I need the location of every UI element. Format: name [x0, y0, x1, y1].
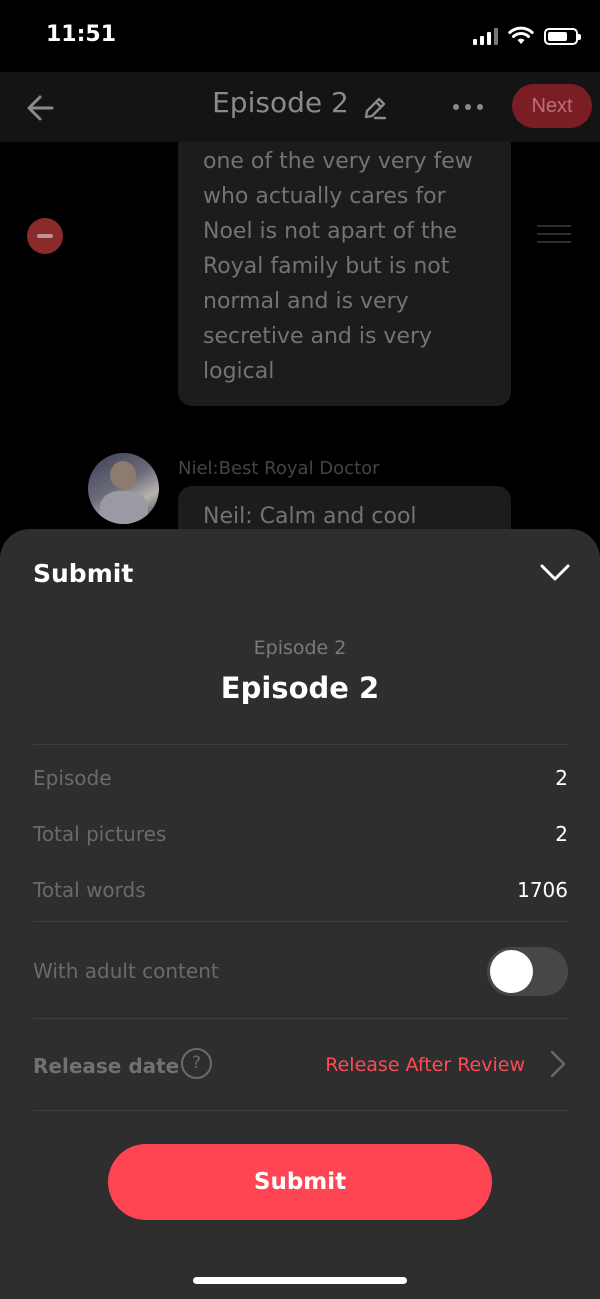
- battery-icon: [544, 27, 581, 45]
- toggle-knob: [490, 950, 533, 993]
- divider: [33, 744, 568, 745]
- stat-label: Total words: [33, 878, 146, 902]
- stat-label: Total pictures: [33, 822, 167, 846]
- divider: [33, 1110, 568, 1111]
- status-icons: [473, 26, 581, 46]
- chevron-down-icon[interactable]: [537, 557, 573, 587]
- next-button[interactable]: Next: [512, 84, 592, 128]
- pencil-edit-icon[interactable]: [362, 95, 388, 121]
- episode-subtitle: Episode 2: [253, 637, 347, 659]
- home-indicator[interactable]: [193, 1277, 407, 1284]
- status-bar: 11:51: [0, 0, 600, 72]
- nav-bar: Episode 2 Next: [0, 72, 600, 142]
- stat-value: 1706: [517, 878, 568, 902]
- divider: [33, 921, 568, 922]
- status-time: 11:51: [46, 22, 117, 47]
- message-text: Neil: Calm and cool: [203, 504, 417, 529]
- help-icon[interactable]: ?: [181, 1048, 212, 1079]
- adult-content-toggle[interactable]: [487, 947, 568, 996]
- wifi-icon: [508, 26, 534, 44]
- speaker-name: Niel:Best Royal Doctor: [178, 458, 380, 479]
- nav-title: Episode 2: [212, 86, 349, 119]
- sheet-title: Submit: [33, 559, 134, 588]
- adult-content-label: With adult content: [33, 959, 219, 983]
- stat-value: 2: [555, 822, 568, 846]
- submit-sheet: Submit Episode 2 Episode 2 Episode 2 Tot…: [0, 529, 600, 1299]
- stat-label: Episode: [33, 766, 112, 790]
- remove-message-icon[interactable]: [27, 218, 63, 254]
- more-options-icon[interactable]: [453, 104, 483, 110]
- drag-handle-icon[interactable]: [537, 225, 571, 243]
- release-date-value[interactable]: Release After Review: [325, 1054, 525, 1076]
- stat-value: 2: [555, 766, 568, 790]
- cellular-signal-icon: [473, 27, 498, 45]
- message-text: one of the very very few who actually ca…: [203, 149, 473, 384]
- episode-title: Episode 2: [220, 671, 380, 705]
- avatar[interactable]: [88, 453, 159, 524]
- divider: [33, 1018, 568, 1019]
- chevron-right-icon[interactable]: [548, 1048, 568, 1080]
- chat-area: one of the very very few who actually ca…: [0, 142, 600, 542]
- nav-title-group: Episode 2: [0, 86, 600, 121]
- release-date-label: Release date: [33, 1054, 180, 1078]
- message-bubble[interactable]: one of the very very few who actually ca…: [178, 142, 511, 406]
- submit-button[interactable]: Submit: [108, 1144, 492, 1220]
